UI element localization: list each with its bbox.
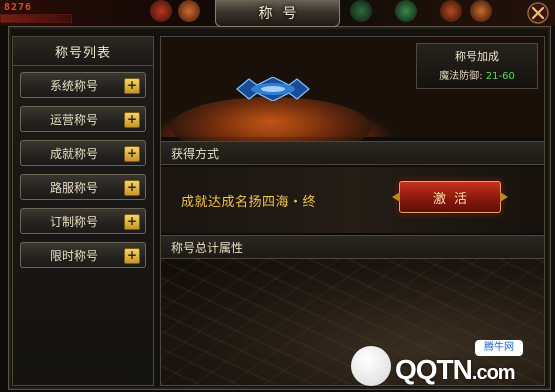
stat-label: 魔法防御 (439, 71, 480, 82)
category-item-operation[interactable]: 运营称号 + (20, 106, 146, 132)
expand-plus-icon[interactable]: + (124, 248, 140, 264)
title-category-sidebar: 称号列表 系统称号 + 运营称号 + 成就称号 + 路服称号 + 订制称号 + … (12, 36, 154, 386)
watermark-brand: QQTN.com (395, 354, 516, 386)
hp-bar (0, 14, 72, 23)
site-watermark: QQTN.com 腾牛网 (351, 340, 551, 390)
bonus-title: 称号加成 (455, 50, 499, 63)
top-left-readout: 8276 (4, 2, 33, 13)
title-bonus-panel: 称号加成 魔法防御: 21-60 (416, 43, 538, 89)
hud-ornament-icon (440, 0, 462, 22)
expand-plus-icon[interactable]: + (124, 78, 140, 94)
total-attributes-header: 称号总计属性 (161, 235, 544, 259)
watermark-brand-name: QQTN (395, 354, 473, 385)
stat-value: 21-60 (485, 71, 515, 82)
category-list: 系统称号 + 运营称号 + 成就称号 + 路服称号 + 订制称号 + 限时称号 … (13, 72, 153, 268)
window-title-plate: 称号 (215, 0, 340, 27)
title-preview-banner: 称号加成 魔法防御: 21-60 (161, 37, 544, 157)
watermark-logo-icon (351, 346, 391, 386)
acquire-method-row: 成就达成名扬四海・终 激活 (161, 167, 544, 233)
activate-button[interactable]: 激活 (392, 181, 508, 213)
window-title: 称号 (258, 6, 307, 22)
hud-ornament-icon (470, 0, 492, 22)
activate-label: 激活 (432, 191, 475, 207)
stat-separator: : (479, 71, 483, 82)
button-wing-left (392, 192, 400, 202)
watermark-suffix: .com (471, 362, 516, 384)
category-item-limited[interactable]: 限时称号 + (20, 242, 146, 268)
expand-plus-icon[interactable]: + (124, 180, 140, 196)
title-detail-panel: 称号加成 魔法防御: 21-60 获得方式 成就达成名扬四海・终 激活 称号总计… (160, 36, 545, 386)
hud-ornament-icon (350, 0, 372, 22)
expand-plus-icon[interactable]: + (124, 214, 140, 230)
sidebar-header: 称号列表 (13, 37, 153, 66)
expand-plus-icon[interactable]: + (124, 146, 140, 162)
category-item-system[interactable]: 系统称号 + (20, 72, 146, 98)
button-wing-right (500, 192, 508, 202)
hud-ornament-icon (395, 0, 417, 22)
hud-ornament-icon (178, 0, 200, 22)
category-item-achievement[interactable]: 成就称号 + (20, 140, 146, 166)
bonus-stat-row: 魔法防御: 21-60 (417, 67, 537, 82)
acquire-method-header: 获得方式 (161, 141, 544, 165)
close-icon[interactable] (523, 1, 553, 25)
expand-plus-icon[interactable]: + (124, 112, 140, 128)
achievement-requirement: 成就达成名扬四海・终 (181, 195, 317, 210)
hud-ornament-icon (150, 0, 172, 22)
watermark-badge: 腾牛网 (475, 340, 523, 356)
category-item-custom[interactable]: 订制称号 + (20, 208, 146, 234)
title-emblem-icon (236, 77, 310, 101)
category-item-server[interactable]: 路服称号 + (20, 174, 146, 200)
